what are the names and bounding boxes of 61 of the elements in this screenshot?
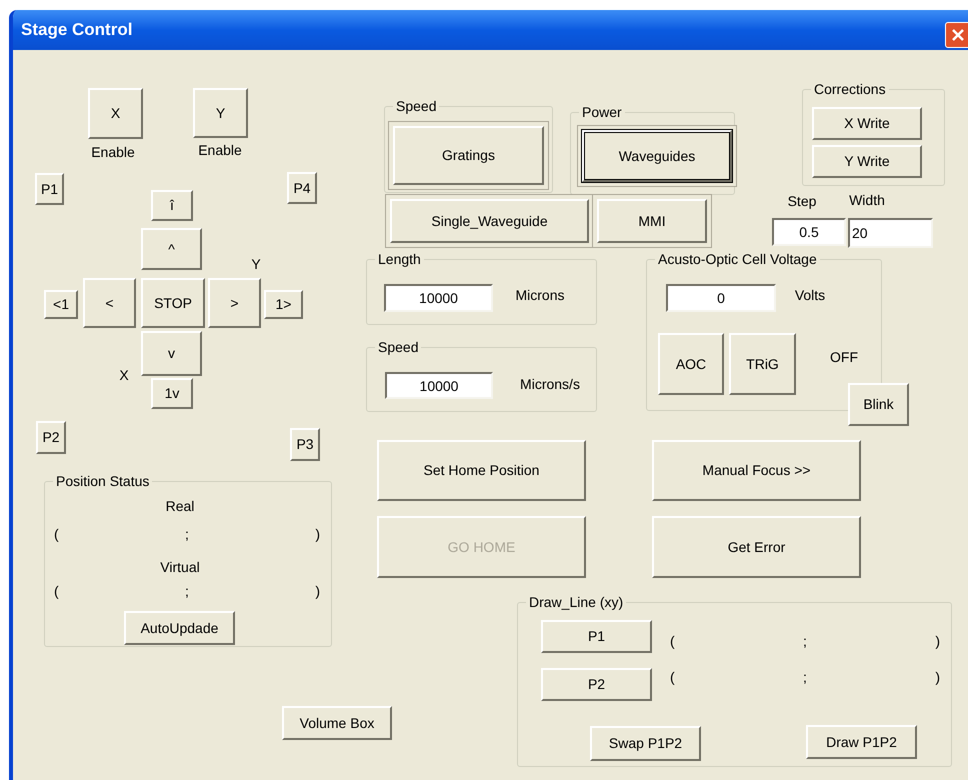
push-button[interactable]: Set Home Position <box>377 440 586 501</box>
close-icon <box>951 28 965 42</box>
push-button[interactable]: Get Error <box>652 516 861 578</box>
push-button[interactable]: v <box>141 331 202 376</box>
input-field[interactable]: 20 <box>848 218 933 248</box>
push-button[interactable]: P4 <box>287 172 317 204</box>
push-button[interactable]: Manual Focus >> <box>652 440 861 501</box>
input-field[interactable]: 10000 <box>385 372 493 399</box>
text-label: Enable <box>90 143 136 161</box>
push-button[interactable]: 1> <box>264 290 303 319</box>
push-button[interactable]: Y <box>193 88 248 138</box>
text-label: Step <box>786 192 818 210</box>
push-button[interactable]: Draw P1P2 <box>806 725 917 759</box>
push-button[interactable]: <1 <box>44 290 78 319</box>
input-field[interactable]: 0 <box>666 284 776 312</box>
bracket-text: ) <box>935 668 940 686</box>
push-button[interactable]: STOP <box>141 278 205 328</box>
separator-text: ; <box>803 668 807 686</box>
push-button[interactable]: X Write <box>812 107 922 140</box>
push-button[interactable]: î <box>151 190 193 221</box>
push-button[interactable]: Swap P1P2 <box>590 726 701 761</box>
bracket-text: ( <box>54 582 59 600</box>
text-label: Real <box>164 497 196 515</box>
push-button[interactable]: Y Write <box>812 145 922 178</box>
separator-text: ; <box>803 632 807 650</box>
bracket-text: ( <box>670 632 675 650</box>
text-label: Virtual <box>159 558 201 576</box>
text-label: Volts <box>794 286 826 304</box>
push-button[interactable]: P2 <box>541 668 652 701</box>
text-label: Microns <box>514 286 566 304</box>
push-button[interactable]: 1v <box>151 378 193 409</box>
push-button[interactable]: P1 <box>541 620 652 653</box>
bracket-text: ) <box>935 632 940 650</box>
push-button[interactable]: > <box>208 278 261 328</box>
push-button[interactable]: AutoUpdade <box>124 611 235 645</box>
text-label: OFF <box>829 348 859 366</box>
text-label: X <box>118 366 130 384</box>
close-button[interactable] <box>945 22 968 48</box>
input-field[interactable]: 10000 <box>384 284 493 312</box>
text-label: Width <box>848 191 886 209</box>
bracket-text: ( <box>670 668 675 686</box>
push-button[interactable]: AOC <box>658 333 724 395</box>
push-button[interactable]: P2 <box>36 421 66 454</box>
separator-text: ; <box>185 525 189 543</box>
push-button[interactable]: TRiG <box>729 333 796 395</box>
push-button[interactable]: ^ <box>141 228 202 270</box>
text-label: Microns/s <box>519 375 581 393</box>
push-button[interactable]: < <box>83 278 136 328</box>
push-button[interactable]: Blink <box>848 383 909 426</box>
window-title: Stage Control <box>21 19 132 42</box>
push-button[interactable]: Volume Box <box>282 706 392 740</box>
bracket-text: ) <box>315 582 320 600</box>
input-field[interactable]: 0.5 <box>772 218 846 246</box>
bracket-text: ( <box>54 525 59 543</box>
bracket-text: ) <box>315 525 320 543</box>
separator-text: ; <box>185 582 189 600</box>
push-button[interactable]: P3 <box>290 428 320 461</box>
text-label: Enable <box>197 141 243 159</box>
push-button[interactable]: X <box>88 88 143 139</box>
text-label: Y <box>250 255 262 273</box>
push-button[interactable]: P1 <box>35 173 64 205</box>
